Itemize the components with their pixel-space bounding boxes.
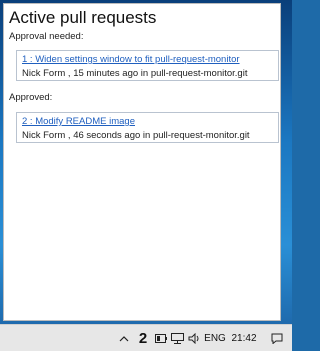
approval-needed-label: Approval needed: (9, 31, 84, 42)
network-icon[interactable] (169, 325, 185, 351)
pull-request-meta: Nick Form , 15 minutes ago in pull-reque… (22, 68, 248, 79)
pull-request-count-icon[interactable]: 2 (133, 325, 153, 351)
pull-request-card: 2 : Modify README image Nick Form , 46 s… (16, 112, 279, 143)
chevron-up-icon[interactable] (116, 325, 132, 351)
pull-request-link[interactable]: 1 : Widen settings window to fit pull-re… (22, 54, 240, 65)
pull-request-count-badge: 2 (138, 329, 148, 347)
clock[interactable]: 21:42 (230, 325, 258, 351)
popup-title: Active pull requests (9, 8, 157, 27)
pull-request-meta: Nick Form , 46 seconds ago in pull-reque… (22, 130, 250, 141)
taskbar: 2 ENG 21:42 (0, 324, 292, 351)
notifications-icon[interactable] (268, 325, 286, 351)
pull-request-card: 1 : Widen settings window to fit pull-re… (16, 50, 279, 81)
pull-requests-popup: Active pull requests Approval needed: 1 … (3, 3, 281, 321)
language-indicator[interactable]: ENG (203, 325, 227, 351)
volume-icon[interactable] (186, 325, 202, 351)
battery-icon[interactable] (153, 325, 169, 351)
pull-request-link[interactable]: 2 : Modify README image (22, 116, 135, 127)
approved-label: Approved: (9, 92, 53, 103)
